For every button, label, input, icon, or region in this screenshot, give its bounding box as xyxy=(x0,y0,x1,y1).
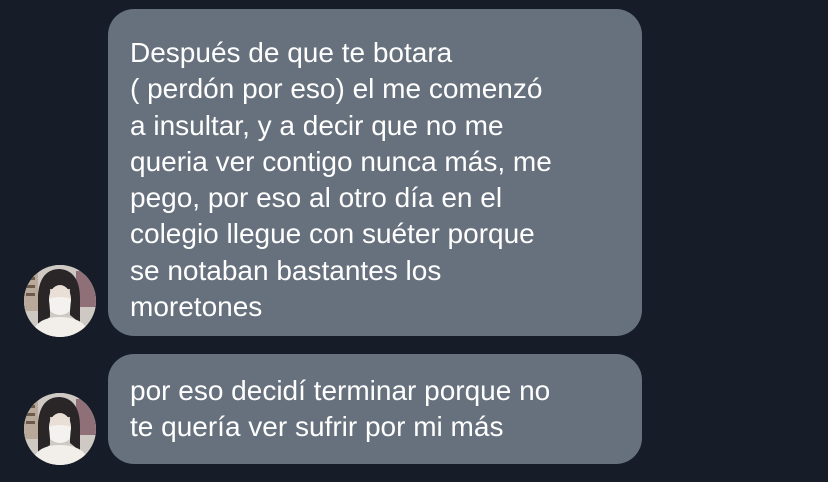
message-text-line: a insultar, y a decir que no me xyxy=(130,109,504,141)
avatar-photo-icon xyxy=(24,393,96,465)
sender-avatar[interactable] xyxy=(24,393,96,465)
message-text-line: colegio llegue con suéter porque xyxy=(130,218,535,250)
message-text-line: se notaban bastantes los xyxy=(130,254,442,286)
message-bubble[interactable]: Después de que te botara ( perdón por es… xyxy=(108,9,642,336)
message-text-line: por eso decidí terminar porque no xyxy=(130,375,551,406)
message-text-line: moretones xyxy=(130,291,263,323)
sender-avatar[interactable] xyxy=(24,265,96,337)
message-text-line: ( perdón por eso) el me comenzó xyxy=(130,73,543,105)
message-text-line: queria ver contigo nunca más, me xyxy=(130,145,552,177)
avatar-photo-icon xyxy=(24,265,96,337)
message-bubble[interactable]: por eso decidí terminar porque no te que… xyxy=(108,354,642,464)
message-text-line: te quería ver sufrir por mi más xyxy=(130,411,504,443)
message-text-line: pego, por eso al otro día en el xyxy=(130,182,503,214)
message-text-line: Después de que te botara xyxy=(130,37,453,68)
